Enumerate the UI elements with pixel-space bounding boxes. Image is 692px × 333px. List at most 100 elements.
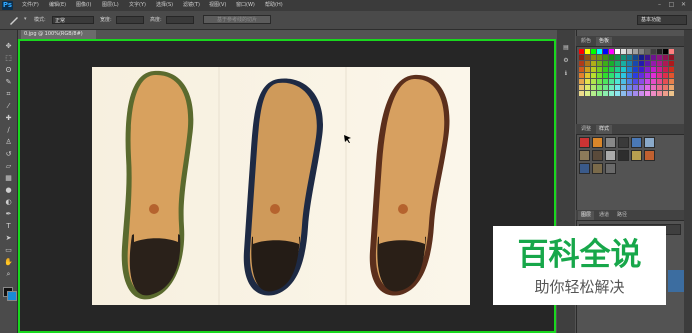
swatch[interactable] xyxy=(639,67,644,72)
document-tab[interactable]: 0.jpg @ 100%(RGB/8#) xyxy=(21,30,96,39)
slices-from-guides-button[interactable]: 基于参考线的切片 xyxy=(203,15,271,24)
swatch[interactable] xyxy=(651,55,656,60)
swatch[interactable] xyxy=(609,55,614,60)
swatch[interactable] xyxy=(603,85,608,90)
menu-layer[interactable]: 图层(L) xyxy=(102,0,119,11)
swatch[interactable] xyxy=(585,61,590,66)
swatch[interactable] xyxy=(633,55,638,60)
swatch[interactable] xyxy=(651,67,656,72)
swatch[interactable] xyxy=(579,79,584,84)
swatch[interactable] xyxy=(597,49,602,54)
swatch[interactable] xyxy=(663,61,668,66)
swatch[interactable] xyxy=(621,85,626,90)
swatch[interactable] xyxy=(603,91,608,96)
healing-brush-tool-icon[interactable]: ✚ xyxy=(4,114,13,123)
swatch[interactable] xyxy=(597,91,602,96)
swatch[interactable] xyxy=(633,91,638,96)
style-preset[interactable] xyxy=(579,137,590,148)
swatch[interactable] xyxy=(657,49,662,54)
style-preset[interactable] xyxy=(618,137,629,148)
swatch[interactable] xyxy=(585,49,590,54)
swatch[interactable] xyxy=(645,85,650,90)
swatch[interactable] xyxy=(663,55,668,60)
swatch[interactable] xyxy=(627,67,632,72)
style-preset[interactable] xyxy=(618,150,629,161)
swatch[interactable] xyxy=(615,91,620,96)
styles-grid[interactable] xyxy=(579,137,683,187)
swatch[interactable] xyxy=(639,85,644,90)
swatch[interactable] xyxy=(663,67,668,72)
swatch[interactable] xyxy=(615,61,620,66)
tool-preset-chevron-icon[interactable]: ▾ xyxy=(24,16,27,22)
swatch[interactable] xyxy=(597,61,602,66)
swatch[interactable] xyxy=(597,79,602,84)
swatch[interactable] xyxy=(663,79,668,84)
swatch[interactable] xyxy=(585,67,590,72)
move-tool-icon[interactable]: ✥ xyxy=(4,42,13,51)
swatch[interactable] xyxy=(669,55,674,60)
swatch[interactable] xyxy=(639,79,644,84)
info-panel-icon[interactable]: ℹ xyxy=(561,70,571,78)
swatch[interactable] xyxy=(633,61,638,66)
tab-paths[interactable]: 路径 xyxy=(614,211,630,220)
minimize-button[interactable]: – xyxy=(655,1,664,9)
swatch[interactable] xyxy=(609,79,614,84)
swatch[interactable] xyxy=(579,91,584,96)
brush-tool-icon[interactable]: ∕ xyxy=(4,126,13,135)
swatch[interactable] xyxy=(585,91,590,96)
swatch[interactable] xyxy=(669,49,674,54)
menu-edit[interactable]: 编辑(E) xyxy=(49,0,66,11)
swatch[interactable] xyxy=(591,85,596,90)
swatch[interactable] xyxy=(669,79,674,84)
lasso-tool-icon[interactable]: ʘ xyxy=(4,66,13,75)
swatch[interactable] xyxy=(657,85,662,90)
swatch[interactable] xyxy=(669,73,674,78)
gradient-tool-icon[interactable]: ▦ xyxy=(4,174,13,183)
swatch[interactable] xyxy=(609,85,614,90)
menu-file[interactable]: 文件(F) xyxy=(22,0,39,11)
swatch[interactable] xyxy=(657,67,662,72)
swatch[interactable] xyxy=(669,61,674,66)
swatch[interactable] xyxy=(597,67,602,72)
swatch[interactable] xyxy=(615,85,620,90)
swatch[interactable] xyxy=(645,67,650,72)
background-color-swatch[interactable] xyxy=(7,291,17,301)
swatch[interactable] xyxy=(633,67,638,72)
slice-tool-icon[interactable] xyxy=(8,14,20,26)
swatch[interactable] xyxy=(579,49,584,54)
swatch[interactable] xyxy=(651,49,656,54)
style-preset[interactable] xyxy=(579,150,590,161)
swatch[interactable] xyxy=(609,73,614,78)
swatch[interactable] xyxy=(579,85,584,90)
marquee-tool-icon[interactable]: ⬚ xyxy=(4,54,13,63)
swatch[interactable] xyxy=(609,61,614,66)
menu-filter[interactable]: 滤镜(T) xyxy=(183,0,200,11)
swatch[interactable] xyxy=(627,61,632,66)
pen-tool-icon[interactable]: ✒ xyxy=(4,210,13,219)
swatch[interactable] xyxy=(591,49,596,54)
swatch[interactable] xyxy=(603,49,608,54)
hand-tool-icon[interactable]: ✋ xyxy=(4,258,13,267)
width-field[interactable] xyxy=(116,16,144,24)
swatch[interactable] xyxy=(603,61,608,66)
swatch[interactable] xyxy=(657,91,662,96)
swatch[interactable] xyxy=(615,73,620,78)
swatch[interactable] xyxy=(657,73,662,78)
swatch[interactable] xyxy=(615,55,620,60)
swatch[interactable] xyxy=(591,79,596,84)
menu-select[interactable]: 选择(S) xyxy=(156,0,173,11)
swatch[interactable] xyxy=(603,67,608,72)
close-button[interactable]: ✕ xyxy=(679,1,688,9)
crop-tool-icon[interactable]: ⌗ xyxy=(4,90,13,99)
swatch[interactable] xyxy=(585,79,590,84)
swatch[interactable] xyxy=(579,61,584,66)
swatch[interactable] xyxy=(663,85,668,90)
swatch[interactable] xyxy=(639,55,644,60)
swatch[interactable] xyxy=(627,55,632,60)
style-preset[interactable] xyxy=(592,163,603,174)
swatch[interactable] xyxy=(651,91,656,96)
menu-window[interactable]: 窗口(W) xyxy=(236,0,255,11)
swatch[interactable] xyxy=(651,61,656,66)
swatch[interactable] xyxy=(621,67,626,72)
swatch[interactable] xyxy=(645,49,650,54)
